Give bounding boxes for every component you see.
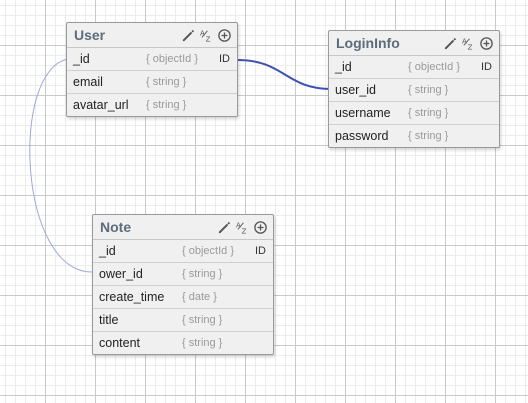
field-type: { objectId } xyxy=(182,245,234,257)
relation-user-id-to-logininfo-user-id[interactable] xyxy=(236,59,333,90)
entity-header[interactable]: User A Z xyxy=(67,23,237,48)
field-row[interactable]: _id { objectId } ID xyxy=(93,240,273,263)
field-name: _id xyxy=(73,52,90,66)
field-type: { string } xyxy=(146,99,187,111)
entity-title: LoginInfo xyxy=(336,35,400,51)
entity-title: User xyxy=(74,27,106,43)
field-row[interactable]: ower_id { string } xyxy=(93,263,273,286)
field-type: { objectId } xyxy=(408,61,460,73)
entity-header[interactable]: LoginInfo A Z xyxy=(329,31,499,56)
field-type: { string } xyxy=(146,76,187,88)
field-name: email xyxy=(73,75,103,89)
field-name: create_time xyxy=(99,290,165,304)
field-row[interactable]: _id { objectId } ID xyxy=(329,56,499,79)
field-row[interactable]: title { string } xyxy=(93,309,273,332)
field-name: _id xyxy=(335,60,352,74)
field-type: { date } xyxy=(182,291,217,303)
pencil-icon[interactable] xyxy=(181,28,196,43)
field-type: { string } xyxy=(182,268,223,280)
field-name: user_id xyxy=(335,83,376,97)
field-row[interactable]: content { string } xyxy=(93,332,273,354)
add-circle-icon[interactable] xyxy=(479,36,494,51)
field-row[interactable]: avatar_url { string } xyxy=(67,94,237,116)
field-type: { string } xyxy=(182,314,223,326)
field-row[interactable]: _id { objectId } ID xyxy=(67,48,237,71)
field-row[interactable]: password { string } xyxy=(329,125,499,147)
field-type: { string } xyxy=(408,130,449,142)
field-row[interactable]: user_id { string } xyxy=(329,79,499,102)
field-type: { string } xyxy=(182,337,223,349)
svg-text:Z: Z xyxy=(468,42,473,50)
entity-header[interactable]: Note A Z xyxy=(93,215,273,240)
add-circle-icon[interactable] xyxy=(217,28,232,43)
field-type: { string } xyxy=(408,84,449,96)
field-type: { objectId } xyxy=(146,53,198,65)
field-name: _id xyxy=(99,244,116,258)
add-circle-icon[interactable] xyxy=(253,220,268,235)
field-name: ower_id xyxy=(99,267,143,281)
field-row[interactable]: email { string } xyxy=(67,71,237,94)
sort-az-icon[interactable]: A Z xyxy=(199,28,214,43)
field-name: username xyxy=(335,106,391,120)
field-name: content xyxy=(99,336,141,350)
pencil-icon[interactable] xyxy=(443,36,458,51)
field-key-badge: ID xyxy=(219,53,230,65)
sort-az-icon[interactable]: A Z xyxy=(235,220,250,235)
entity-user[interactable]: User A Z _id { objectId } ID email { str… xyxy=(66,22,238,117)
entity-title: Note xyxy=(100,219,132,235)
svg-text:Z: Z xyxy=(242,226,247,234)
svg-text:Z: Z xyxy=(206,34,211,42)
field-name: avatar_url xyxy=(73,98,129,112)
entity-logininfo[interactable]: LoginInfo A Z _id { objectId } ID user_i… xyxy=(328,30,500,148)
sort-az-icon[interactable]: A Z xyxy=(461,36,476,51)
entity-note[interactable]: Note A Z _id { objectId } ID ower_id { s… xyxy=(92,214,274,355)
field-row[interactable]: create_time { date } xyxy=(93,286,273,309)
diagram-canvas[interactable]: User A Z _id { objectId } ID email { str… xyxy=(0,0,528,403)
field-name: title xyxy=(99,313,119,327)
field-key-badge: ID xyxy=(481,61,492,73)
field-name: password xyxy=(335,129,389,143)
field-row[interactable]: username { string } xyxy=(329,102,499,125)
pencil-icon[interactable] xyxy=(217,220,232,235)
field-key-badge: ID xyxy=(255,245,266,257)
field-type: { string } xyxy=(408,107,449,119)
